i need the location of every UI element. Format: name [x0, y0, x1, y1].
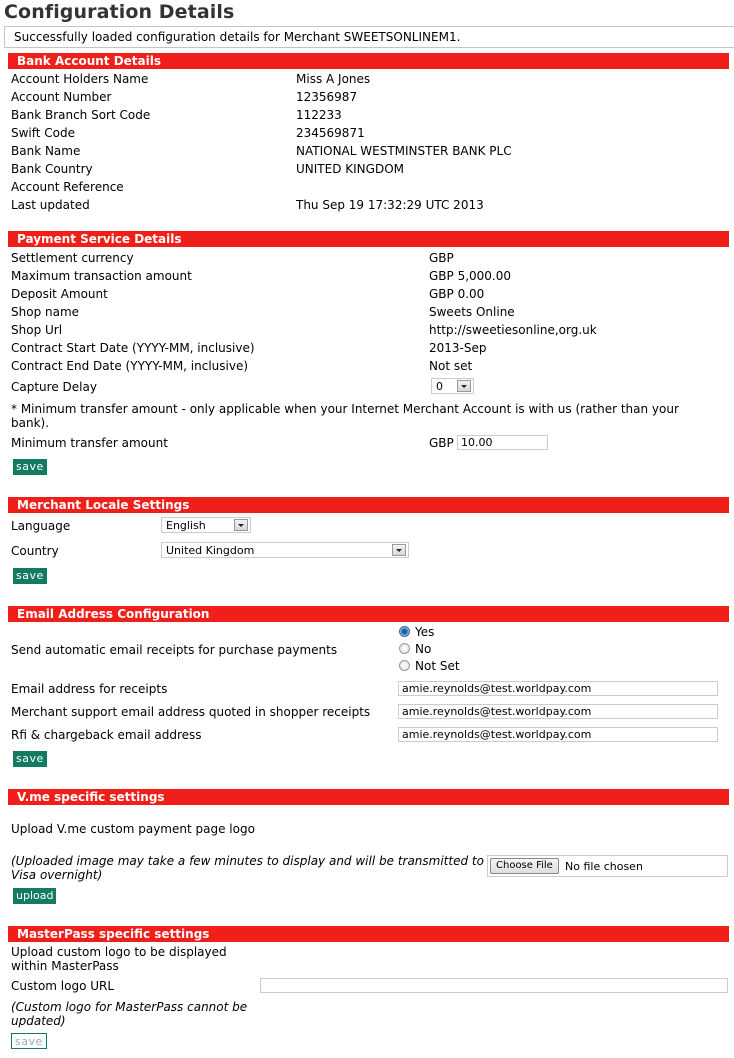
bank-label: Bank Name: [11, 144, 81, 158]
bank-label: Account Number: [11, 90, 112, 104]
min-transfer-note: * Minimum transfer amount - only applica…: [11, 402, 679, 416]
sort-code-value: 112233: [296, 108, 342, 122]
radio-checked-icon[interactable]: [399, 626, 410, 637]
chevron-down-icon[interactable]: [457, 380, 471, 392]
bank-country-value: UNITED KINGDOM: [296, 162, 404, 176]
bank-name-value: NATIONAL WESTMINSTER BANK PLC: [296, 144, 512, 158]
radio-no-label: No: [415, 642, 432, 656]
chargeback-email-input[interactable]: amie.reynolds@test.worldpay.com: [398, 727, 718, 742]
masterpass-save-button: save: [11, 1033, 47, 1049]
custom-logo-url-label: Custom logo URL: [11, 979, 115, 993]
email-section-header: Email Address Configuration: [8, 606, 729, 622]
bank-section-header: Bank Account Details: [8, 53, 729, 69]
language-label: Language: [11, 519, 71, 533]
country-select[interactable]: United Kingdom: [161, 542, 409, 558]
vme-section-header: V.me specific settings: [8, 789, 729, 805]
last-updated-value: Thu Sep 19 17:32:29 UTC 2013: [296, 198, 484, 212]
radio-yes[interactable]: Yes: [399, 625, 434, 639]
payment-save-button[interactable]: save: [13, 459, 47, 475]
min-transfer-currency: GBP: [429, 436, 454, 450]
capture-delay-selected: 0: [436, 380, 443, 393]
settlement-currency-value: GBP: [429, 251, 454, 265]
radio-no[interactable]: No: [399, 642, 431, 656]
chevron-down-icon[interactable]: [234, 519, 248, 531]
contract-end-value: Not set: [429, 359, 473, 373]
support-email-input[interactable]: amie.reynolds@test.worldpay.com: [398, 704, 718, 719]
masterpass-section-header: MasterPass specific settings: [8, 926, 729, 942]
vme-upload-label: Upload V.me custom payment page logo: [11, 822, 255, 836]
country-selected: United Kingdom: [166, 544, 255, 557]
shop-url-value: http://sweetiesonline,org.uk: [429, 323, 597, 337]
language-select[interactable]: English: [161, 517, 251, 533]
status-message: Successfully loaded configuration detail…: [4, 26, 734, 48]
chargeback-email-label: Rfi & chargeback email address: [11, 728, 202, 742]
max-transaction-value: GBP 5,000.00: [429, 269, 512, 283]
payment-label: Deposit Amount: [11, 287, 108, 301]
vme-file-input[interactable]: Choose File No file chosen: [487, 855, 728, 877]
masterpass-note-cont: updated): [11, 1014, 66, 1028]
bank-label: Last updated: [11, 198, 90, 212]
radio-unchecked-icon[interactable]: [399, 643, 410, 654]
vme-upload-note-cont: Visa overnight): [11, 868, 103, 882]
email-save-button[interactable]: save: [13, 751, 47, 767]
email-receipts-label: Email address for receipts: [11, 682, 168, 696]
min-transfer-label: Minimum transfer amount: [11, 436, 168, 450]
shop-name-value: Sweets Online: [429, 305, 515, 319]
bank-label: Account Reference: [11, 180, 124, 194]
chevron-down-icon[interactable]: [392, 544, 406, 556]
bank-label: Swift Code: [11, 126, 76, 140]
payment-label: Maximum transaction amount: [11, 269, 192, 283]
custom-logo-url-input[interactable]: [260, 978, 728, 993]
choose-file-button[interactable]: Choose File: [490, 858, 559, 874]
locale-save-button[interactable]: save: [13, 568, 47, 584]
language-selected: English: [166, 519, 206, 532]
masterpass-upload-label-cont: within MasterPass: [11, 959, 119, 973]
country-label: Country: [11, 544, 59, 558]
account-number-value: 12356987: [296, 90, 358, 104]
payment-label: Contract End Date (YYYY-MM, inclusive): [11, 359, 249, 373]
capture-delay-select[interactable]: 0: [431, 378, 474, 394]
radio-not-set-label: Not Set: [415, 659, 460, 673]
masterpass-note: (Custom logo for MasterPass cannot be: [11, 1000, 248, 1014]
page-title: Configuration Details: [4, 1, 235, 23]
contract-start-value: 2013-Sep: [429, 341, 487, 355]
vme-upload-note: (Uploaded image may take a few minutes t…: [11, 854, 484, 868]
email-receipts-input[interactable]: amie.reynolds@test.worldpay.com: [398, 681, 718, 696]
file-status: No file chosen: [565, 860, 643, 873]
min-transfer-input[interactable]: 10.00: [457, 435, 548, 450]
swift-code-value: 234569871: [296, 126, 365, 140]
deposit-amount-value: GBP 0.00: [429, 287, 485, 301]
payment-label: Shop name: [11, 305, 80, 319]
masterpass-upload-label: Upload custom logo to be displayed: [11, 945, 227, 959]
vme-upload-button[interactable]: upload: [13, 888, 57, 904]
payment-label: Settlement currency: [11, 251, 134, 265]
radio-unchecked-icon[interactable]: [399, 660, 410, 671]
email-receipts-question: Send automatic email receipts for purcha…: [11, 643, 338, 657]
account-holder-value: Miss A Jones: [296, 72, 371, 86]
min-transfer-note-cont: bank).: [11, 416, 50, 430]
locale-section-header: Merchant Locale Settings: [8, 497, 729, 513]
bank-label: Account Holders Name: [11, 72, 149, 86]
payment-label: Contract Start Date (YYYY-MM, inclusive): [11, 341, 255, 355]
capture-delay-label: Capture Delay: [11, 380, 97, 394]
radio-not-set[interactable]: Not Set: [399, 659, 460, 673]
support-email-label: Merchant support email address quoted in…: [11, 705, 371, 719]
payment-section-header: Payment Service Details: [8, 231, 729, 247]
bank-label: Bank Branch Sort Code: [11, 108, 151, 122]
payment-label: Shop Url: [11, 323, 63, 337]
bank-label: Bank Country: [11, 162, 93, 176]
radio-yes-label: Yes: [415, 625, 435, 639]
